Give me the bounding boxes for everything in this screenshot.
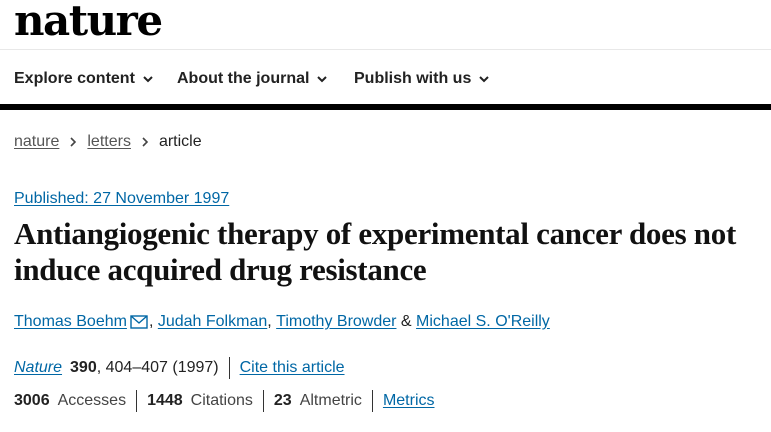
site-header: nature — [0, 0, 771, 50]
article-metrics: 3006 Accesses 1448 Citations 23 Altmetri… — [14, 390, 435, 412]
envelope-icon[interactable] — [130, 315, 148, 329]
author-link[interactable]: Judah Folkman — [158, 312, 267, 332]
citation-line: Nature 390 , 404–407 (1997) Cite this ar… — [14, 357, 345, 379]
divider — [228, 357, 230, 379]
chevron-down-icon — [479, 76, 490, 83]
chevron-right-icon — [142, 137, 149, 147]
author-link[interactable]: Thomas Boehm — [14, 312, 127, 332]
nav-label: Publish with us — [354, 70, 472, 87]
altmetric-count: 23 — [273, 392, 292, 409]
chevron-right-icon — [70, 137, 77, 147]
author-ampersand: & — [400, 313, 412, 330]
article-title: Antiangiogenic therapy of experimental c… — [14, 216, 736, 287]
author-link[interactable]: Timothy Browder — [276, 312, 396, 332]
breadcrumb-letters[interactable]: letters — [87, 132, 131, 152]
breadcrumb: nature letters article — [14, 132, 202, 152]
author-separator: , — [148, 313, 154, 330]
journal-link[interactable]: Nature — [14, 358, 62, 378]
volume-number: 390 — [70, 359, 97, 376]
divider — [136, 390, 138, 412]
nav-explore-content[interactable]: Explore content — [14, 69, 154, 89]
page-range: , 404–407 (1997) — [96, 359, 219, 376]
nav-publish-with-us[interactable]: Publish with us — [354, 69, 490, 89]
published-date[interactable]: Published: 27 November 1997 — [14, 189, 229, 209]
accesses-count: 3006 — [14, 392, 50, 409]
accesses-label: Accesses — [57, 392, 127, 409]
breadcrumb-nature[interactable]: nature — [14, 132, 59, 152]
nature-logo[interactable]: nature — [14, 0, 163, 46]
divider — [371, 390, 373, 412]
cite-this-article-link[interactable]: Cite this article — [240, 358, 345, 378]
main-nav: Explore content About the journal Publis… — [0, 51, 771, 105]
chevron-down-icon — [317, 76, 328, 83]
altmetric-label: Altmetric — [299, 392, 362, 409]
nav-label: Explore content — [14, 70, 135, 87]
divider — [262, 390, 264, 412]
chevron-down-icon — [143, 76, 153, 83]
author-separator: , — [267, 313, 272, 330]
author-list: Thomas Boehm , Judah Folkman , Timothy B… — [14, 312, 550, 332]
nav-divider — [0, 104, 771, 110]
breadcrumb-current: article — [158, 133, 202, 150]
citations-count: 1448 — [147, 392, 183, 409]
nav-about-journal[interactable]: About the journal — [177, 69, 328, 89]
author-link[interactable]: Michael S. O'Reilly — [416, 312, 550, 332]
metrics-link[interactable]: Metrics — [383, 391, 435, 411]
nav-label: About the journal — [177, 70, 310, 87]
citations-label: Citations — [190, 392, 253, 409]
